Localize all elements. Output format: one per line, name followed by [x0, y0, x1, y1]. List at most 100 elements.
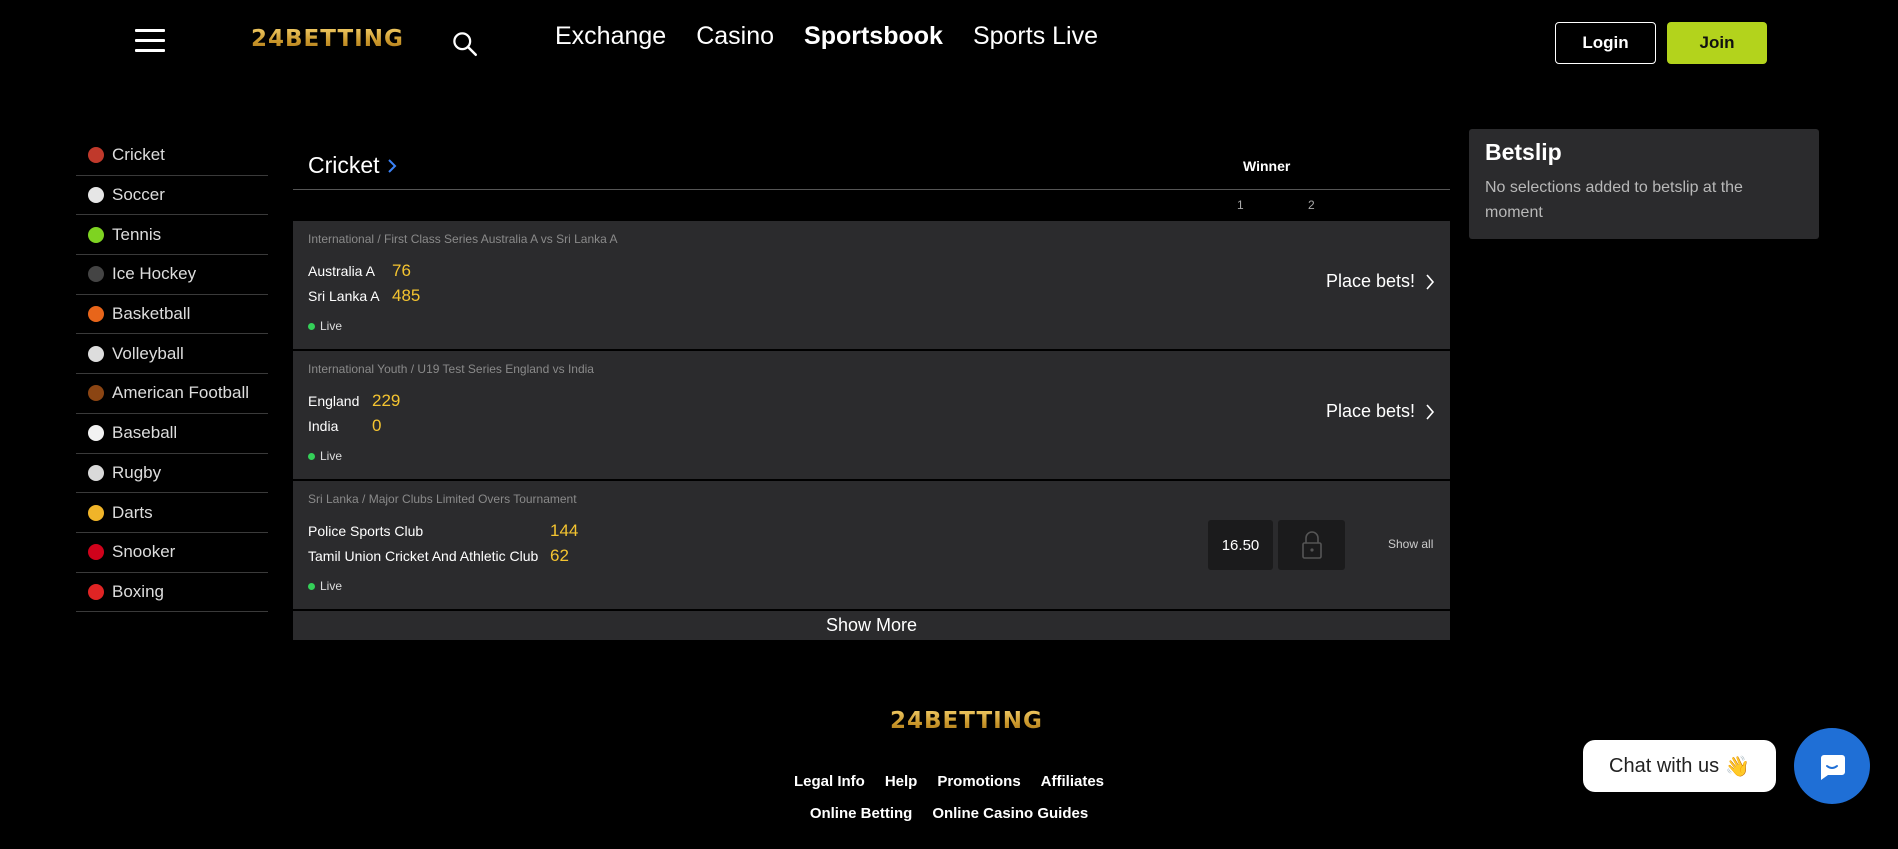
- sidebar-item-label: Darts: [112, 502, 153, 522]
- lock-icon: [1301, 531, 1322, 559]
- team-name: Police Sports Club: [308, 523, 424, 539]
- event-competition: International Youth / U19 Test Series En…: [308, 362, 594, 376]
- nav-casino[interactable]: Casino: [696, 22, 774, 51]
- sidebar-item-label: Snooker: [112, 542, 176, 562]
- chat-prompt[interactable]: Chat with us 👋: [1583, 740, 1776, 792]
- volleyball-icon: [88, 345, 104, 362]
- sidebar-item-american-football[interactable]: American Football: [76, 374, 268, 414]
- sidebar-item-label: Tennis: [112, 224, 162, 244]
- footer-link-online-casino-guides[interactable]: Online Casino Guides: [932, 805, 1088, 822]
- event-competition: International / First Class Series Austr…: [308, 232, 618, 246]
- sidebar-item-label: Soccer: [112, 185, 165, 205]
- rugby-ball-icon: [88, 464, 104, 481]
- hockey-puck-icon: [88, 266, 104, 283]
- basketball-icon: [88, 306, 104, 323]
- menu-icon[interactable]: [135, 29, 165, 53]
- sidebar-item-darts[interactable]: Darts: [76, 493, 268, 533]
- event-card[interactable]: International Youth / U19 Test Series En…: [293, 351, 1450, 479]
- live-dot-icon: [308, 322, 315, 330]
- team-score: 144: [550, 521, 579, 540]
- dart-icon: [88, 504, 104, 521]
- footer-logo[interactable]: 24BETTING: [890, 708, 1043, 734]
- live-dot-icon: [308, 582, 315, 590]
- nav-exchange[interactable]: Exchange: [555, 22, 666, 51]
- login-button[interactable]: Login: [1555, 22, 1656, 64]
- join-button[interactable]: Join: [1667, 22, 1767, 64]
- team-name: India: [308, 418, 339, 434]
- chevron-right-icon: [387, 158, 396, 173]
- sidebar-item-volleyball[interactable]: Volleyball: [76, 334, 268, 375]
- sidebar-item-label: Basketball: [112, 304, 191, 324]
- team-name: England: [308, 393, 360, 409]
- sidebar-item-boxing[interactable]: Boxing: [76, 573, 268, 613]
- sidebar-item-label: Ice Hockey: [112, 264, 197, 284]
- sidebar-item-basketball[interactable]: Basketball: [76, 295, 268, 335]
- column-2-label: 2: [1308, 198, 1315, 212]
- show-all-link[interactable]: Show all: [1388, 537, 1433, 551]
- main-nav: Exchange Casino Sportsbook Sports Live: [555, 22, 1098, 51]
- team-score: 229: [372, 391, 401, 410]
- odds-button-2-locked: [1278, 520, 1345, 570]
- event-competition: Sri Lanka / Major Clubs Limited Overs To…: [308, 492, 577, 506]
- odds-button-1[interactable]: 16.50: [1208, 520, 1273, 570]
- team-score: 76: [392, 261, 411, 280]
- sidebar-item-label: Boxing: [112, 581, 164, 601]
- sidebar-item-ice-hockey[interactable]: Ice Hockey: [76, 255, 268, 295]
- market-label: Winner: [1243, 158, 1291, 174]
- live-status: Live: [308, 449, 342, 463]
- footer-links-row-2: Online Betting Online Casino Guides: [0, 805, 1898, 822]
- nav-sports-live[interactable]: Sports Live: [973, 22, 1098, 51]
- team-score: 485: [392, 286, 421, 305]
- sport-title[interactable]: Cricket: [308, 152, 398, 179]
- event-card[interactable]: International / First Class Series Austr…: [293, 221, 1450, 349]
- team-score: 0: [372, 416, 382, 435]
- show-more-button[interactable]: Show More: [293, 611, 1450, 640]
- footer-link-affiliates[interactable]: Affiliates: [1041, 773, 1104, 790]
- boxing-glove-icon: [88, 583, 104, 600]
- nav-sportsbook[interactable]: Sportsbook: [804, 22, 943, 51]
- sidebar-item-rugby[interactable]: Rugby: [76, 454, 268, 494]
- footer-link-legal-info[interactable]: Legal Info: [794, 773, 865, 790]
- sidebar-item-cricket[interactable]: Cricket: [76, 136, 268, 176]
- sidebar-item-label: American Football: [112, 383, 250, 403]
- sidebar-item-soccer[interactable]: Soccer: [76, 176, 268, 216]
- column-1-label: 1: [1237, 198, 1244, 212]
- site-logo[interactable]: 24BETTING: [251, 26, 404, 52]
- soccer-ball-icon: [88, 187, 104, 204]
- live-status: Live: [308, 579, 342, 593]
- event-card[interactable]: Sri Lanka / Major Clubs Limited Overs To…: [293, 481, 1450, 609]
- snooker-ball-icon: [88, 544, 104, 561]
- waving-hand-icon: 👋: [1725, 755, 1750, 778]
- chevron-right-icon: [1426, 273, 1435, 290]
- place-bets-button[interactable]: Place bets!: [1326, 271, 1435, 292]
- search-icon[interactable]: [451, 30, 478, 57]
- chat-launcher-button[interactable]: [1794, 728, 1870, 804]
- sidebar-item-baseball[interactable]: Baseball: [76, 414, 268, 454]
- cricket-ball-icon: [88, 147, 104, 164]
- chat-icon: [1821, 755, 1845, 780]
- footer-link-promotions[interactable]: Promotions: [937, 773, 1020, 790]
- sidebar-item-label: Cricket: [112, 145, 165, 165]
- live-status: Live: [308, 319, 342, 333]
- team-name: Australia A: [308, 263, 375, 279]
- sidebar-item-label: Rugby: [112, 462, 162, 482]
- baseball-icon: [88, 425, 104, 442]
- tennis-ball-icon: [88, 226, 104, 243]
- betslip-empty-message: No selections added to betslip at the mo…: [1485, 179, 1743, 221]
- team-name: Tamil Union Cricket And Athletic Club: [308, 548, 539, 564]
- sidebar-item-snooker[interactable]: Snooker: [76, 533, 268, 573]
- footer-link-help[interactable]: Help: [885, 773, 918, 790]
- place-bets-button[interactable]: Place bets!: [1326, 401, 1435, 422]
- american-football-icon: [88, 385, 104, 402]
- sidebar-item-label: Baseball: [112, 423, 178, 443]
- team-name: Sri Lanka A: [308, 288, 380, 304]
- sport-header: Cricket Winner: [293, 150, 1450, 190]
- footer-link-online-betting[interactable]: Online Betting: [810, 805, 913, 822]
- chat-prompt-label: Chat with us: [1609, 754, 1720, 777]
- sport-title-label: Cricket: [308, 152, 380, 178]
- sidebar-item-tennis[interactable]: Tennis: [76, 215, 268, 256]
- sidebar-item-label: Volleyball: [112, 343, 184, 363]
- betslip-panel: Betslip No selections added to betslip a…: [1469, 129, 1819, 239]
- live-dot-icon: [308, 452, 315, 460]
- betslip-title: Betslip: [1485, 139, 1562, 165]
